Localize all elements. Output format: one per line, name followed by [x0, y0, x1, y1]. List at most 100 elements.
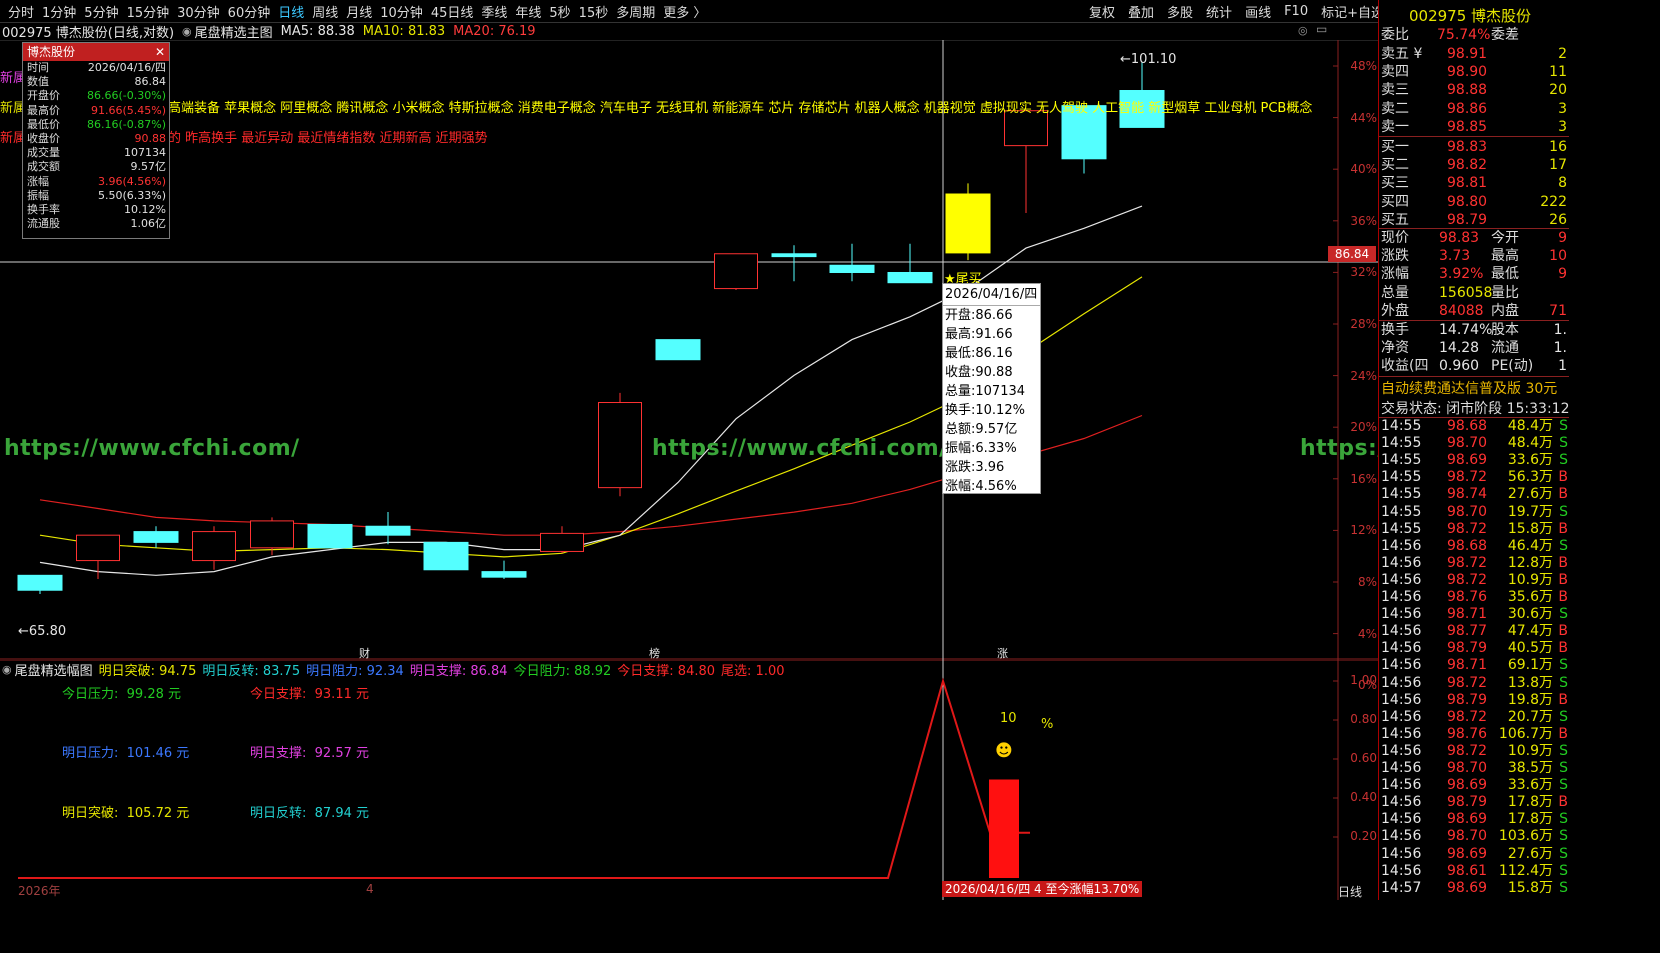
tick-side: B [1558, 486, 1568, 503]
quote-value: 9 [1558, 230, 1567, 246]
tick-row: 14:55 98.70 19.7万 S [1379, 504, 1569, 521]
info-value: 86.84 [134, 75, 167, 89]
tick-volume: 46.4万 [1507, 537, 1553, 554]
tick-volume: 27.6万 [1507, 486, 1553, 503]
book-volume: 17 [1549, 157, 1567, 174]
tick-volume: 56.3万 [1507, 469, 1553, 486]
info-key: 成交额 [27, 160, 60, 174]
tick-side: S [1559, 435, 1568, 452]
sub-percent: % [1041, 717, 1054, 732]
tool-button-3[interactable]: 统计 [1204, 2, 1234, 21]
ask-row[interactable]: 卖四 98.90 11 [1379, 63, 1569, 81]
indicator-dropdown-icon[interactable]: ◉ [182, 25, 192, 38]
period-tab-0[interactable]: 分时 [8, 2, 34, 21]
tick-volume: 13.8万 [1507, 674, 1553, 691]
trade-status: 交易状态: 闭市阶段 15:33:12 [1381, 401, 1570, 417]
tick-row: 14:56 98.76 35.6万 B [1379, 589, 1569, 606]
tick-price: 98.79 [1447, 691, 1488, 708]
info-value: 86.66(-0.30%) [87, 89, 166, 103]
info-panel-header[interactable]: 博杰股份 ✕ [23, 43, 169, 61]
tick-row: 14:56 98.72 10.9万 S [1379, 743, 1569, 760]
book-volume: 11 [1549, 64, 1567, 81]
candle-body-down [655, 339, 701, 361]
tick-price: 98.71 [1447, 657, 1488, 674]
sub-y-axis-label: 0.60 [1350, 751, 1377, 765]
tool-button-0[interactable]: 复权 [1087, 2, 1117, 21]
tool-button-6[interactable]: 标记+自选 [1319, 2, 1386, 21]
period-tab-12[interactable]: 年线 [515, 2, 541, 21]
period-tab-5[interactable]: 60分钟 [228, 2, 271, 21]
ask-row[interactable]: 卖二 98.86 3 [1379, 100, 1569, 118]
candle-body-down [17, 574, 63, 591]
tool-button-4[interactable]: 画线 [1243, 2, 1273, 21]
tick-time: 14:56 [1381, 691, 1422, 708]
ask-row[interactable]: 卖五 ¥ 98.91 2 [1379, 45, 1569, 63]
tick-price: 98.79 [1447, 640, 1488, 657]
period-tab-3[interactable]: 15分钟 [127, 2, 170, 21]
close-icon[interactable]: ✕ [155, 43, 165, 61]
quote-row: 外盘 84088 内盘 71 [1379, 302, 1569, 320]
info-row: 收盘价 90.88 [23, 132, 169, 146]
indicator-name[interactable]: 尾盘精选主图 [195, 22, 273, 41]
period-tab-6[interactable]: 日线 [278, 2, 304, 21]
quote-key: 最低 [1491, 266, 1519, 283]
tick-side: S [1559, 708, 1568, 725]
tick-volume: 103.6万 [1498, 828, 1553, 845]
quote-row: 现价 98.83 今开 9 [1379, 229, 1569, 247]
period-tab-13[interactable]: 5秒 [549, 2, 570, 21]
period-tag[interactable]: 日线 [1338, 883, 1362, 900]
period-tab-8[interactable]: 月线 [346, 2, 372, 21]
period-tab-14[interactable]: 15秒 [579, 2, 609, 21]
bid-row[interactable]: 买四 98.80 222 [1379, 193, 1569, 211]
tick-side: S [1559, 503, 1568, 520]
sub-indicator-chart[interactable] [0, 660, 1378, 900]
tick-price: 98.76 [1447, 589, 1488, 605]
info-row: 开盘价 86.66(-0.30%) [23, 89, 169, 103]
y-axis-label: 12% [1350, 523, 1377, 538]
quote-value: 9 [1558, 266, 1567, 283]
info-row: 成交额 9.57亿 [23, 160, 169, 174]
period-tab-11[interactable]: 季线 [481, 2, 507, 21]
period-tab-10[interactable]: 45日线 [431, 2, 474, 21]
tick-time: 14:56 [1381, 657, 1422, 674]
tooltip-line: 涨幅:4.56% [945, 479, 1017, 494]
smile-icon: ☻ [995, 741, 1013, 761]
bid-row[interactable]: 买一 98.83 16 [1379, 138, 1569, 156]
tooltip-line: 收盘:90.88 [945, 365, 1013, 380]
expand-icon[interactable]: ▭ [1316, 22, 1327, 36]
period-tab-7[interactable]: 周线 [312, 2, 338, 21]
quote-row: 总量 156058 量比 [1379, 284, 1569, 302]
candle-body-down [887, 271, 933, 284]
settings-icon[interactable]: ◎ [1298, 24, 1308, 37]
period-tab-15[interactable]: 多周期 [616, 2, 655, 21]
tool-button-1[interactable]: 叠加 [1126, 2, 1156, 21]
tick-side: B [1558, 640, 1568, 657]
tick-row: 14:56 98.79 40.5万 B [1379, 640, 1569, 657]
renewal-notice[interactable]: 自动续费通达信普及版 30元 [1381, 378, 1557, 398]
tooltip-line: 总量:107134 [945, 384, 1026, 399]
tool-button-2[interactable]: 多股 [1165, 2, 1195, 21]
bid-row[interactable]: 买三 98.81 8 [1379, 174, 1569, 192]
book-price: 98.82 [1447, 157, 1488, 174]
period-tab-2[interactable]: 5分钟 [84, 2, 118, 21]
period-tab-1[interactable]: 1分钟 [42, 2, 76, 21]
bid-row[interactable]: 买五 98.79 26 [1379, 211, 1569, 229]
tick-price: 98.79 [1447, 794, 1488, 811]
period-tab-4[interactable]: 30分钟 [177, 2, 220, 21]
tool-button-5[interactable]: F10 [1282, 4, 1310, 19]
sub-y-axis-label: 0.80 [1350, 712, 1377, 726]
tick-side: B [1558, 691, 1568, 708]
ma10-label: MA10: 81.83 [362, 23, 446, 39]
period-tab-9[interactable]: 10分钟 [380, 2, 423, 21]
tick-price: 98.72 [1447, 571, 1488, 588]
ask-row[interactable]: 卖一 98.85 3 [1379, 118, 1569, 136]
ask-row[interactable]: 卖三 98.88 20 [1379, 81, 1569, 99]
quote-value: 3.73 [1439, 248, 1471, 265]
candle-body-up [714, 253, 758, 290]
tick-row: 14:56 98.72 12.8万 B [1379, 555, 1569, 572]
tick-volume: 35.6万 [1507, 589, 1553, 605]
tick-side: S [1559, 845, 1568, 862]
period-tab-16[interactable]: 更多 〉 [663, 2, 706, 21]
bid-row[interactable]: 买二 98.82 17 [1379, 156, 1569, 174]
stock-title: 002975 博杰股份(日线,对数) [2, 25, 175, 41]
